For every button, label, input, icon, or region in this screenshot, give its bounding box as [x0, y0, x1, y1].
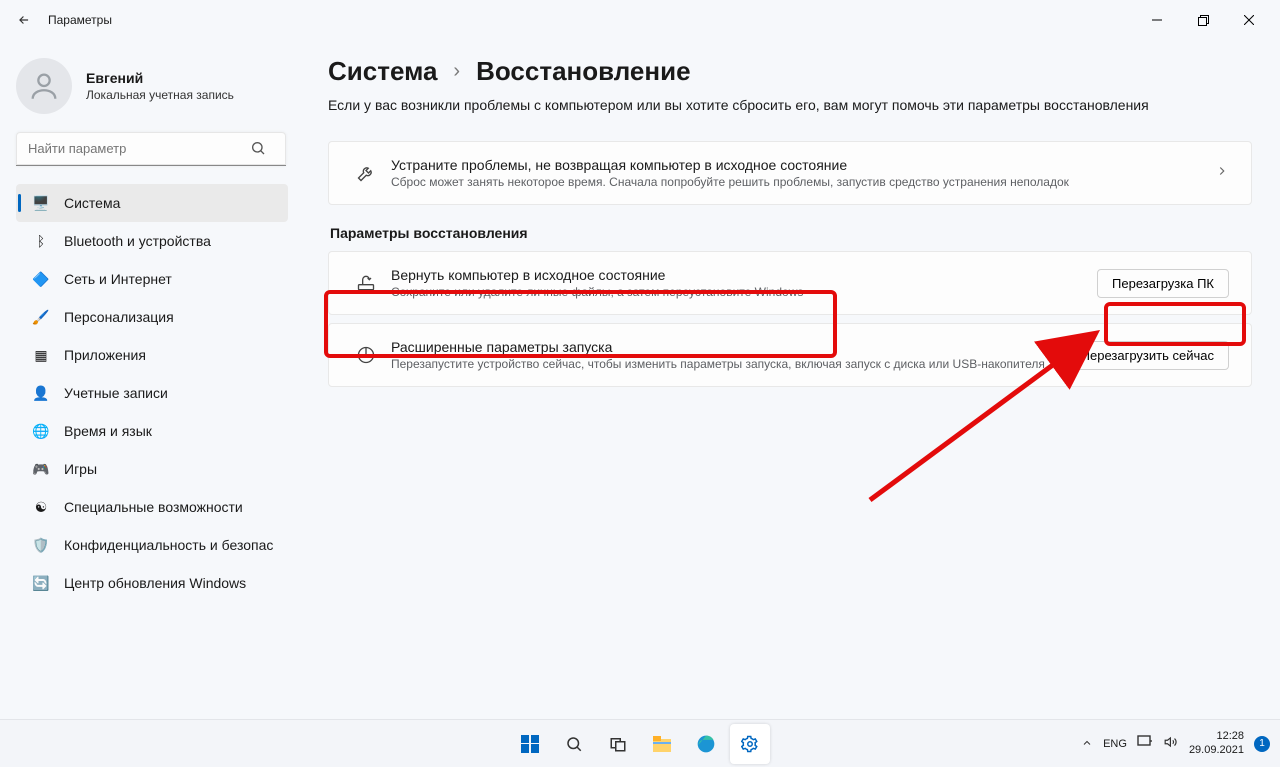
- nav-label: Учетные записи: [64, 385, 168, 401]
- wrench-icon: [351, 163, 381, 183]
- notification-badge[interactable]: 1: [1254, 736, 1270, 752]
- nav-icon: 🎮: [32, 461, 50, 478]
- tray-chevron-icon[interactable]: [1081, 736, 1093, 752]
- card-adv-sub: Перезапустите устройство сейчас, чтобы и…: [391, 357, 1066, 371]
- breadcrumb: Система › Восстановление: [328, 56, 1252, 87]
- language-indicator[interactable]: ENG: [1103, 738, 1127, 750]
- nav-label: Центр обновления Windows: [64, 575, 246, 591]
- nav-gaming[interactable]: 🎮 Игры: [16, 450, 288, 488]
- nav-label: Сеть и Интернет: [64, 271, 172, 287]
- nav-time-language[interactable]: 🌐 Время и язык: [16, 412, 288, 450]
- nav-apps[interactable]: ▦ Приложения: [16, 336, 288, 374]
- nav-label: Bluetooth и устройства: [64, 233, 211, 249]
- page-title: Восстановление: [476, 56, 690, 87]
- nav-label: Игры: [64, 461, 97, 477]
- nav-label: Конфиденциальность и безопас: [64, 537, 273, 553]
- nav-icon: 🌐: [32, 423, 50, 440]
- card-fix-problems[interactable]: Устраните проблемы, не возвращая компьют…: [328, 141, 1252, 205]
- maximize-button[interactable]: [1180, 4, 1226, 36]
- nav-icon: 🔷: [32, 271, 50, 288]
- nav-list: 🖥️ Система ᛒ Bluetooth и устройства 🔷 Сеть и …: [16, 184, 288, 602]
- reset-icon: [351, 273, 381, 293]
- card-reset-sub: Сохраните или удалите личные файлы, а за…: [391, 285, 1097, 299]
- clock[interactable]: 12:28 29.09.2021: [1189, 730, 1244, 756]
- reset-pc-button[interactable]: Перезагрузка ПК: [1097, 269, 1229, 298]
- nav-accounts[interactable]: 👤 Учетные записи: [16, 374, 288, 412]
- breadcrumb-root[interactable]: Система: [328, 56, 437, 87]
- nav-icon: ▦: [32, 347, 50, 364]
- main-pane: Система › Восстановление Если у вас возн…: [300, 40, 1280, 719]
- section-header: Параметры восстановления: [330, 225, 1252, 241]
- volume-icon[interactable]: [1163, 735, 1179, 752]
- nav-label: Система: [64, 195, 120, 211]
- restart-now-button[interactable]: Перезагрузить сейчас: [1066, 341, 1229, 370]
- system-tray: ENG 12:28 29.09.2021 1: [1081, 730, 1280, 756]
- nav-label: Персонализация: [64, 309, 174, 325]
- explorer-icon[interactable]: [642, 724, 682, 764]
- card-fix-title: Устраните проблемы, не возвращая компьют…: [391, 157, 1215, 173]
- nav-label: Специальные возможности: [64, 499, 243, 515]
- card-reset-pc: Вернуть компьютер в исходное состояние С…: [328, 251, 1252, 315]
- back-button[interactable]: [8, 4, 40, 36]
- nav-icon: 🖥️: [32, 195, 50, 212]
- card-advanced-startup: Расширенные параметры запуска Перезапуст…: [328, 323, 1252, 387]
- taskbar: ENG 12:28 29.09.2021 1: [0, 719, 1280, 767]
- settings-icon[interactable]: [730, 724, 770, 764]
- search-input[interactable]: [16, 132, 286, 166]
- nav-icon: ☯: [32, 499, 50, 516]
- app-title: Параметры: [48, 13, 112, 27]
- nav-personalization[interactable]: 🖌️ Персонализация: [16, 298, 288, 336]
- card-fix-sub: Сброс может занять некоторое время. Снач…: [391, 175, 1215, 189]
- minimize-button[interactable]: [1134, 4, 1180, 36]
- nav-update[interactable]: 🔄 Центр обновления Windows: [16, 564, 288, 602]
- nav-icon: 👤: [32, 385, 50, 402]
- user-block[interactable]: Евгений Локальная учетная запись: [16, 58, 288, 114]
- task-view-icon[interactable]: [598, 724, 638, 764]
- chevron-right-icon: ›: [453, 60, 460, 83]
- nav-privacy[interactable]: 🛡️ Конфиденциальность и безопас: [16, 526, 288, 564]
- nav-system[interactable]: 🖥️ Система: [16, 184, 288, 222]
- avatar: [16, 58, 72, 114]
- nav-icon: ᛒ: [32, 233, 50, 249]
- nav-network[interactable]: 🔷 Сеть и Интернет: [16, 260, 288, 298]
- user-subtitle: Локальная учетная запись: [86, 88, 234, 102]
- nav-accessibility[interactable]: ☯ Специальные возможности: [16, 488, 288, 526]
- clock-time: 12:28: [1189, 730, 1244, 743]
- card-reset-title: Вернуть компьютер в исходное состояние: [391, 267, 1097, 283]
- intro-text: Если у вас возникли проблемы с компьютер…: [328, 97, 1252, 113]
- nav-label: Время и язык: [64, 423, 152, 439]
- chevron-right-icon: [1215, 164, 1229, 183]
- nav-label: Приложения: [64, 347, 146, 363]
- search-box: [16, 132, 288, 166]
- nav-icon: 🛡️: [32, 537, 50, 554]
- taskbar-search-icon[interactable]: [554, 724, 594, 764]
- nav-icon: 🖌️: [32, 309, 50, 326]
- clock-date: 29.09.2021: [1189, 744, 1244, 757]
- close-button[interactable]: [1226, 4, 1272, 36]
- sidebar: Евгений Локальная учетная запись 🖥️ Систе…: [0, 40, 300, 719]
- nav-icon: 🔄: [32, 575, 50, 592]
- search-icon: [250, 140, 266, 161]
- network-icon[interactable]: [1137, 735, 1153, 752]
- titlebar: Параметры: [0, 0, 1280, 40]
- edge-icon[interactable]: [686, 724, 726, 764]
- card-adv-title: Расширенные параметры запуска: [391, 339, 1066, 355]
- start-button[interactable]: [510, 724, 550, 764]
- power-icon: [351, 345, 381, 365]
- user-name: Евгений: [86, 70, 234, 86]
- nav-bluetooth[interactable]: ᛒ Bluetooth и устройства: [16, 222, 288, 260]
